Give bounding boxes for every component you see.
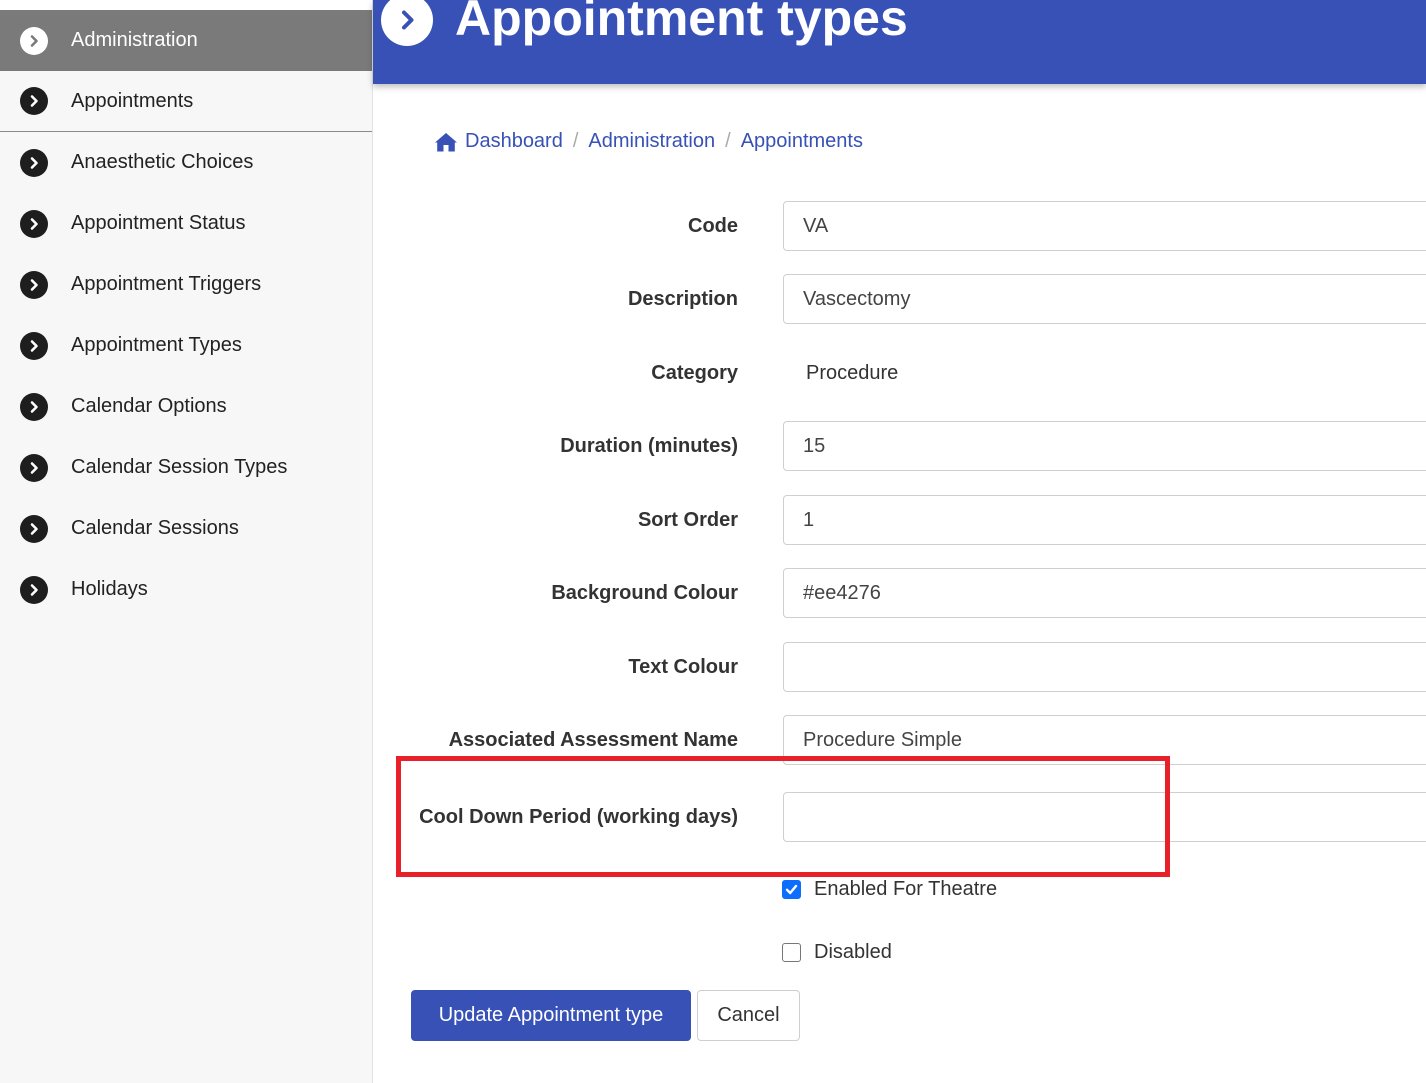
sidebar-item-anaesthetic-choices[interactable]: Anaesthetic Choices — [0, 132, 372, 193]
chevron-circle-right-icon — [20, 209, 48, 238]
form-row-category: Category Procedure — [373, 348, 1426, 398]
home-icon — [435, 132, 457, 151]
sidebar-item-label: Appointment Triggers — [71, 273, 262, 295]
form-row-associated-assessment: Associated Assessment Name — [373, 715, 1426, 765]
enabled-for-theatre-checkbox[interactable] — [782, 880, 801, 899]
sidebar-item-appointments[interactable]: Appointments — [0, 71, 372, 132]
sidebar-item-label: Appointment Types — [71, 334, 242, 356]
enabled-for-theatre-row: Enabled For Theatre — [782, 878, 997, 901]
sidebar-item-appointment-triggers[interactable]: Appointment Triggers — [0, 254, 372, 315]
category-value: Procedure — [806, 361, 899, 384]
breadcrumb-dashboard[interactable]: Dashboard — [434, 130, 563, 153]
text-colour-label: Text Colour — [628, 655, 738, 678]
sort-order-field[interactable] — [783, 495, 1426, 545]
checkmark-icon — [785, 884, 798, 895]
category-label: Category — [651, 361, 738, 384]
sidebar-item-label: Appointments — [71, 89, 194, 112]
sidebar-item-calendar-sessions[interactable]: Calendar Sessions — [0, 498, 372, 559]
form-row-text-colour: Text Colour — [373, 642, 1426, 692]
sidebar-item-label: Anaesthetic Choices — [71, 151, 254, 173]
sidebar-item-label: Calendar Sessions — [71, 517, 239, 539]
sidebar-item-label: Appointment Status — [71, 212, 246, 234]
sidebar-item-appointment-status[interactable]: Appointment Status — [0, 193, 372, 254]
sidebar-item-holidays[interactable]: Holidays — [0, 559, 372, 620]
sidebar-top-gap — [0, 0, 372, 10]
sidebar-item-appointment-types[interactable]: Appointment Types — [0, 315, 372, 376]
breadcrumb-separator: / — [572, 130, 579, 152]
chevron-circle-right-icon — [20, 270, 48, 299]
sort-order-label: Sort Order — [637, 508, 738, 531]
code-label: Code — [688, 214, 738, 237]
form-row-background-colour: Background Colour — [373, 568, 1426, 618]
chevron-circle-right-icon — [20, 575, 48, 604]
sidebar-item-label: Administration — [71, 29, 198, 51]
chevron-circle-right-icon — [20, 26, 48, 55]
sidebar-item-label: Calendar Options — [71, 395, 227, 417]
form-row-description: Description — [373, 274, 1426, 324]
code-field[interactable] — [783, 201, 1426, 251]
breadcrumb: Dashboard / Administration / Appointment… — [434, 130, 863, 153]
sidebar-item-label: Calendar Session Types — [71, 456, 288, 478]
cool-down-field[interactable] — [783, 792, 1426, 842]
update-appointment-type-button[interactable]: Update Appointment type — [411, 990, 691, 1041]
description-label: Description — [627, 287, 738, 310]
disabled-row: Disabled — [782, 941, 892, 964]
sidebar-item-administration[interactable]: Administration — [0, 10, 372, 71]
form-row-code: Code — [373, 201, 1426, 251]
breadcrumb-label: Dashboard — [465, 130, 563, 152]
sidebar-item-calendar-session-types[interactable]: Calendar Session Types — [0, 437, 372, 498]
page-title: Appointment types — [455, 0, 908, 46]
breadcrumb-administration[interactable]: Administration — [588, 130, 715, 153]
duration-field[interactable] — [783, 421, 1426, 471]
disabled-checkbox[interactable] — [782, 943, 801, 962]
cancel-button[interactable]: Cancel — [697, 990, 800, 1041]
sidebar: Administration Appointments Anaesthetic … — [0, 0, 373, 1083]
description-field[interactable] — [783, 274, 1426, 324]
chevron-circle-right-icon — [381, 0, 433, 46]
breadcrumb-separator: / — [725, 130, 731, 152]
enabled-for-theatre-label: Enabled For Theatre — [814, 878, 998, 900]
chevron-circle-right-icon — [20, 148, 48, 177]
page-header: Appointment types — [373, 0, 1426, 84]
disabled-label: Disabled — [814, 941, 892, 963]
form-row-cool-down: Cool Down Period (working days) — [373, 792, 1426, 842]
form-row-sort-order: Sort Order — [373, 495, 1426, 545]
form-row-duration: Duration (minutes) — [373, 421, 1426, 471]
text-colour-field[interactable] — [783, 642, 1426, 692]
chevron-circle-right-icon — [20, 87, 48, 115]
chevron-circle-right-icon — [20, 453, 48, 482]
chevron-circle-right-icon — [20, 392, 48, 421]
background-colour-field[interactable] — [783, 568, 1426, 618]
breadcrumb-appointments[interactable]: Appointments — [741, 130, 863, 153]
chevron-circle-right-icon — [20, 331, 48, 360]
associated-assessment-field[interactable] — [783, 715, 1426, 765]
background-colour-label: Background Colour — [551, 581, 738, 604]
associated-assessment-label: Associated Assessment Name — [448, 728, 738, 751]
sidebar-item-calendar-options[interactable]: Calendar Options — [0, 376, 372, 437]
cool-down-label: Cool Down Period (working days) — [419, 805, 738, 828]
duration-label: Duration (minutes) — [560, 434, 738, 457]
sidebar-item-label: Holidays — [71, 578, 148, 600]
chevron-circle-right-icon — [20, 514, 48, 543]
